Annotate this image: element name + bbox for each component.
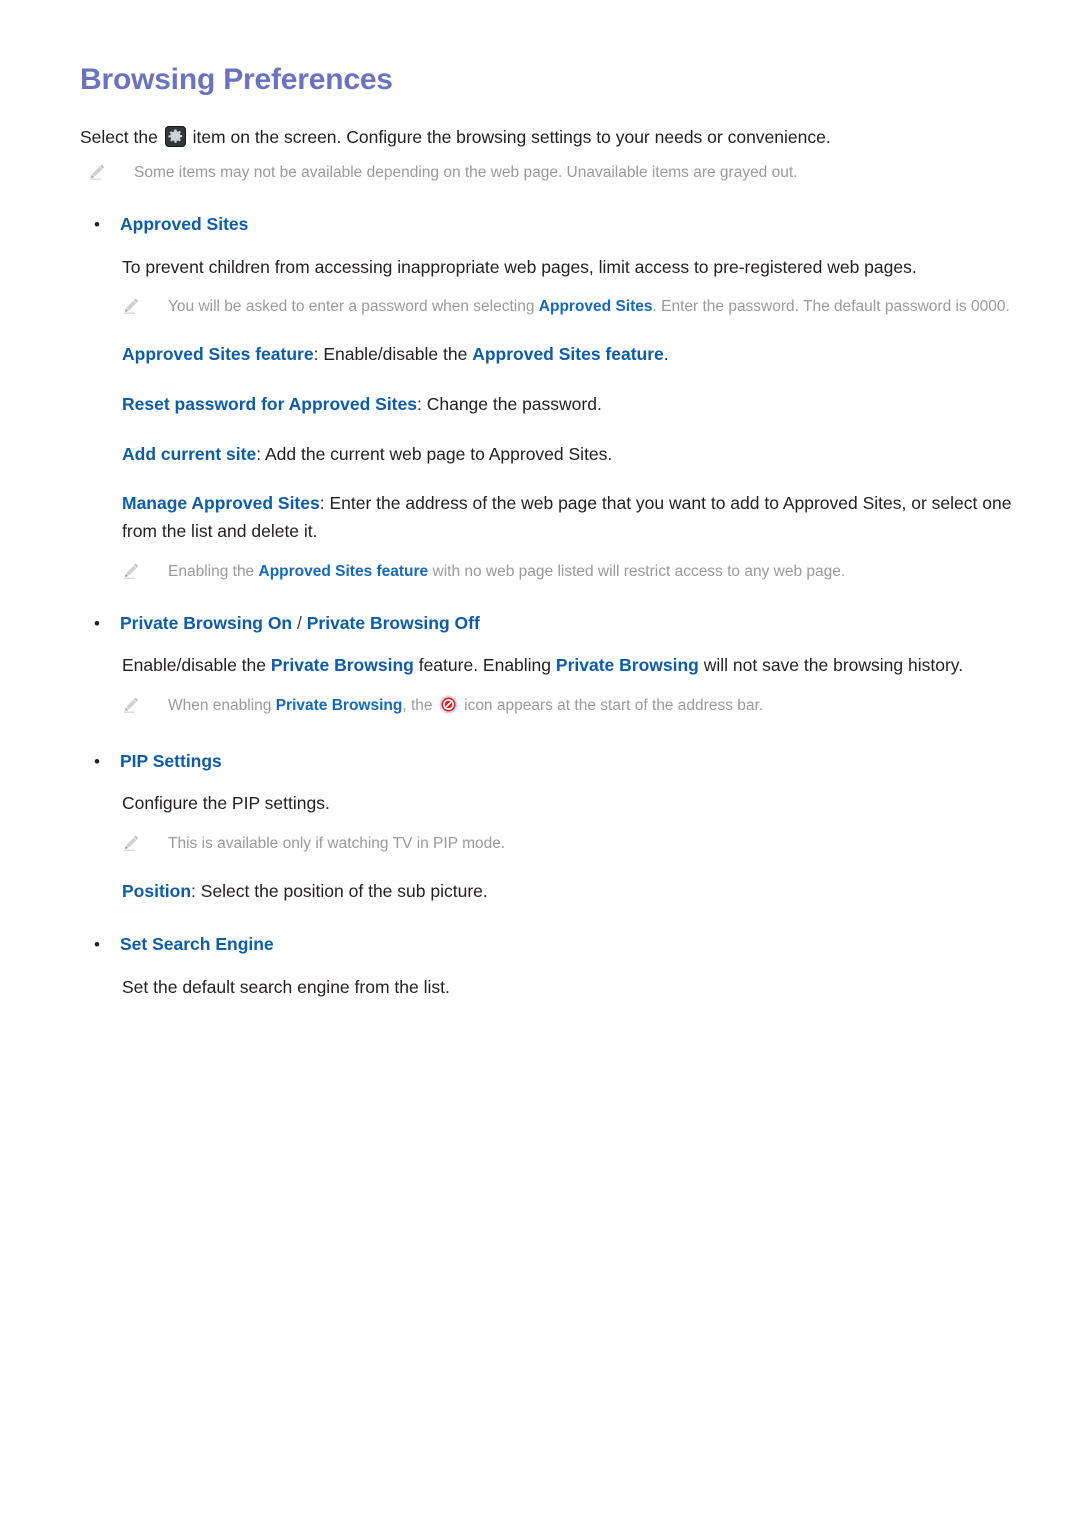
desc-emphasis-1: Private Browsing [270, 655, 414, 676]
option-desc-part1: Enable/disable the [323, 344, 473, 365]
desc-part1: Enable/disable the [122, 655, 271, 676]
note-emphasis: Approved Sites feature [258, 562, 429, 580]
bullet-label: Approved Sites [120, 214, 249, 235]
desc-part3: will not save the browsing history. [698, 655, 964, 676]
intro-text-before: Select the [80, 127, 163, 147]
page-title: Browsing Preferences [80, 63, 393, 96]
option-desc-part1: Add the current web page to Approved Sit… [264, 443, 613, 464]
note-row: Some items may not be available dependin… [80, 161, 1020, 185]
document-page: Browsing Preferences Select the item on … [0, 0, 1080, 1527]
pencil-note-icon [122, 560, 168, 580]
option-name[interactable]: Position [122, 881, 191, 901]
bullet-label: Private Browsing On / Private Browsing O… [120, 610, 480, 636]
section-description: To prevent children from accessing inapp… [122, 256, 917, 277]
bullet-label: Set Search Engine [120, 934, 274, 955]
pencil-note-icon [122, 295, 168, 315]
note-text: Some items may not be available dependin… [134, 164, 798, 182]
desc-emphasis-2: Private Browsing [555, 655, 699, 676]
desc-part2: feature. Enabling [413, 655, 556, 676]
note-emphasis: Approved Sites [538, 298, 653, 316]
section-approved-sites: • Approved Sites To prevent children fro… [80, 211, 1020, 583]
option-separator: : [191, 880, 201, 901]
note-row: Enabling the Approved Sites feature with… [80, 560, 1020, 584]
section-set-search-engine: • Set Search Engine Set the default sear… [80, 931, 1020, 1001]
bullet-label-separator: / [292, 612, 307, 633]
note-text: When enabling Private Browsing, the icon… [168, 694, 1020, 722]
note-emphasis: Private Browsing [275, 696, 403, 714]
section-description: Set the default search engine from the l… [122, 976, 450, 997]
bullet-label: PIP Settings [120, 750, 222, 771]
note-text-part3: icon appears at the start of the address… [459, 696, 764, 714]
section-description: Configure the PIP settings. [122, 793, 330, 814]
bullet-label-off[interactable]: Private Browsing Off [307, 613, 480, 633]
note-text-part1: When enabling [168, 696, 276, 714]
note-text: This is available only if watching TV in… [168, 834, 506, 852]
bullet-dot-icon: • [94, 751, 100, 771]
intro-paragraph: Select the item on the screen. Configure… [80, 124, 1020, 151]
option-desc-part2: . [663, 344, 669, 365]
section-description: Enable/disable the Private Browsing feat… [80, 652, 1020, 680]
option-separator: : [319, 493, 330, 514]
note-text-part2: , the [402, 696, 437, 714]
option-name[interactable]: Reset password for Approved Sites [122, 394, 417, 414]
note-text: You will be asked to enter a password wh… [168, 295, 1020, 319]
bullet-dot-icon: • [94, 935, 100, 955]
bullet-heading-set-search-engine[interactable]: • Set Search Engine [80, 931, 1020, 958]
note-text-part2: with no web page listed will restrict ac… [428, 562, 846, 580]
option-position: Position: Select the position of the sub… [80, 878, 1020, 906]
note-text-part1: Enabling the [168, 562, 259, 580]
intro-text-after: item on the screen. Configure the browsi… [187, 127, 831, 147]
bullet-dot-icon: • [94, 215, 100, 235]
note-text-part2: . Enter the password. The default passwo… [652, 298, 1010, 316]
option-reset-password: Reset password for Approved Sites: Chang… [80, 391, 1020, 419]
option-separator: : [313, 344, 324, 365]
bullet-heading-private-browsing[interactable]: • Private Browsing On / Private Browsing… [80, 610, 1020, 637]
option-name[interactable]: Approved Sites feature [122, 344, 314, 364]
option-desc: Select the position of the sub picture. [200, 880, 488, 901]
gear-icon [164, 126, 186, 147]
bullet-heading-approved-sites[interactable]: • Approved Sites [80, 211, 1020, 238]
option-separator: : [416, 393, 427, 414]
option-approved-sites-feature: Approved Sites feature: Enable/disable t… [80, 341, 1020, 369]
note-row: When enabling Private Browsing, the icon… [80, 694, 1020, 722]
note-text-part1: You will be asked to enter a password wh… [168, 298, 539, 316]
option-name[interactable]: Manage Approved Sites [122, 493, 320, 513]
pencil-note-icon [122, 694, 168, 714]
pencil-note-icon [122, 832, 168, 852]
section-private-browsing: • Private Browsing On / Private Browsing… [80, 610, 1020, 722]
option-desc-emphasis: Approved Sites feature [472, 344, 664, 365]
pencil-note-icon [88, 161, 134, 181]
option-separator: : [256, 443, 265, 464]
note-row: This is available only if watching TV in… [80, 832, 1020, 856]
option-manage-approved-sites: Manage Approved Sites: Enter the address… [80, 490, 1020, 545]
bullet-heading-pip-settings[interactable]: • PIP Settings [80, 748, 1020, 775]
bullet-dot-icon: • [94, 613, 100, 633]
option-desc-part1: Change the password. [426, 393, 602, 414]
note-row: You will be asked to enter a password wh… [80, 295, 1020, 319]
bullet-label-on[interactable]: Private Browsing On [120, 613, 292, 633]
note-text: Enabling the Approved Sites feature with… [168, 560, 1020, 584]
option-add-current-site: Add current site: Add the current web pa… [80, 441, 1020, 469]
option-name[interactable]: Add current site [122, 444, 256, 464]
no-entry-icon [439, 695, 458, 722]
section-pip-settings: • PIP Settings Configure the PIP setting… [80, 748, 1020, 906]
